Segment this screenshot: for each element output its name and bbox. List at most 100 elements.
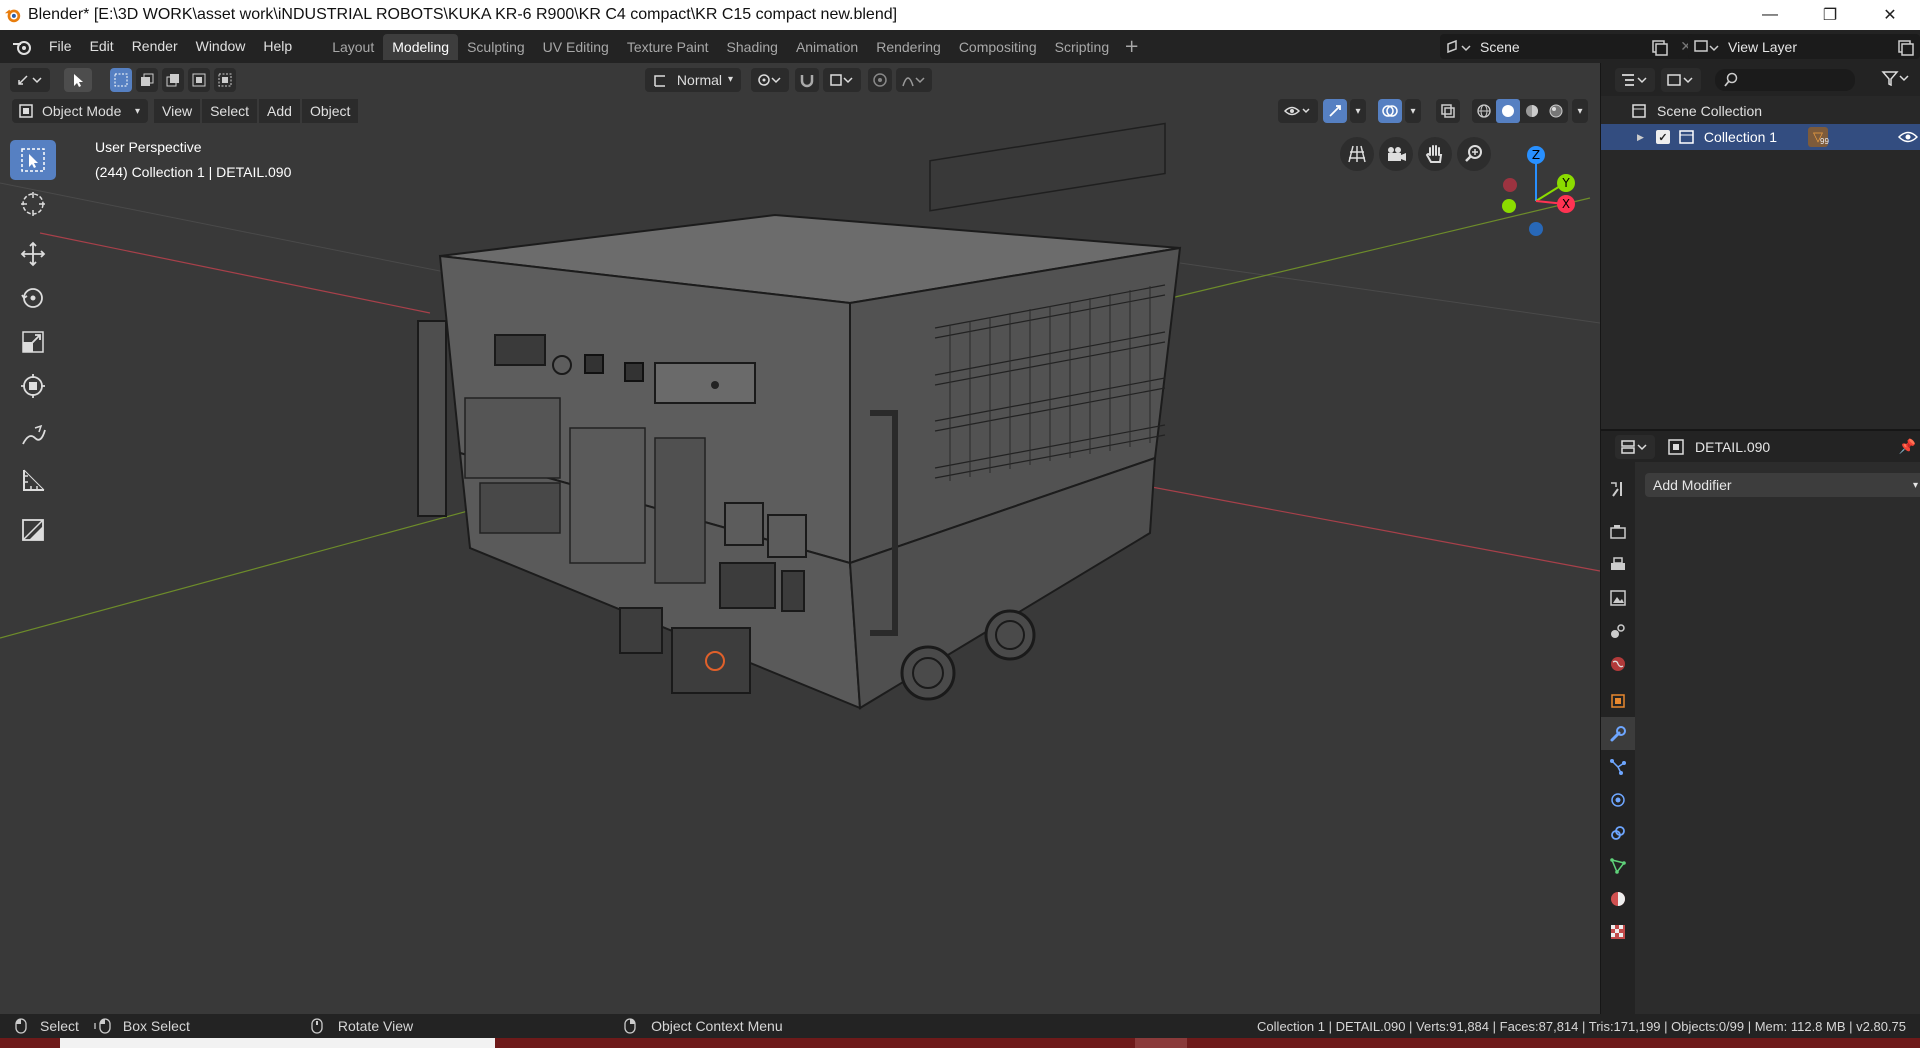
show-overlays-toggle[interactable] bbox=[1378, 99, 1402, 123]
tab-view-layer[interactable] bbox=[1601, 581, 1635, 614]
pin-icon[interactable]: 📌 bbox=[1899, 439, 1916, 455]
add-modifier-dropdown[interactable]: Add Modifier ▾ bbox=[1645, 473, 1920, 497]
properties-editor-type-dropdown[interactable] bbox=[1615, 434, 1655, 459]
tab-particles[interactable] bbox=[1601, 750, 1635, 783]
move-tool[interactable] bbox=[10, 234, 56, 274]
tab-sculpting[interactable]: Sculpting bbox=[458, 34, 534, 60]
select-subtract-mode-button[interactable] bbox=[162, 67, 184, 92]
gizmo-neg-y[interactable] bbox=[1502, 199, 1516, 213]
tab-physics[interactable] bbox=[1601, 783, 1635, 816]
overlays-dropdown[interactable]: ▾ bbox=[1405, 99, 1421, 123]
navigation-gizmo[interactable]: Z Y X bbox=[1495, 143, 1585, 243]
pan-view-button[interactable] bbox=[1418, 137, 1452, 171]
pivot-point-dropdown[interactable] bbox=[751, 67, 789, 92]
outliner-scene-collection[interactable]: Scene Collection bbox=[1601, 98, 1920, 124]
select-extend-mode-button[interactable] bbox=[136, 67, 158, 92]
outliner-search-input[interactable] bbox=[1745, 72, 1845, 87]
measure-tool[interactable] bbox=[10, 460, 56, 500]
add-workspace-button[interactable]: + bbox=[1118, 36, 1145, 57]
scale-tool[interactable] bbox=[10, 322, 56, 362]
menu-object[interactable]: Object bbox=[301, 99, 359, 123]
add-cube-tool[interactable] bbox=[10, 510, 56, 550]
outliner-search-field[interactable] bbox=[1715, 68, 1855, 91]
select-new-mode-button[interactable] bbox=[110, 67, 132, 92]
menu-help[interactable]: Help bbox=[254, 30, 301, 63]
mode-dropdown[interactable]: Object Mode ▾ bbox=[12, 99, 148, 123]
view-layer-selector[interactable]: View Layer bbox=[1688, 34, 1920, 59]
taskbar-item[interactable] bbox=[60, 1038, 495, 1048]
tab-rendering[interactable]: Rendering bbox=[867, 34, 950, 60]
annotate-tool[interactable] bbox=[10, 416, 56, 456]
tab-compositing[interactable]: Compositing bbox=[950, 34, 1046, 60]
tab-tool[interactable] bbox=[1601, 472, 1635, 505]
solid-shading-button[interactable] bbox=[1496, 99, 1520, 123]
menu-window[interactable]: Window bbox=[187, 30, 255, 63]
tab-modifiers[interactable] bbox=[1601, 717, 1635, 750]
material-shading-button[interactable] bbox=[1520, 103, 1544, 119]
outliner-collection-row[interactable]: ▶ ✓ Collection 1 ▽ 99 bbox=[1601, 124, 1920, 150]
cabinet-mesh[interactable] bbox=[417, 122, 1182, 710]
tab-modeling[interactable]: Modeling bbox=[383, 33, 459, 60]
tab-texture-paint[interactable]: Texture Paint bbox=[618, 34, 718, 60]
tab-shading[interactable]: Shading bbox=[718, 34, 787, 60]
snap-toggle[interactable] bbox=[795, 67, 819, 92]
transform-orientation-dropdown[interactable] bbox=[10, 67, 50, 92]
shading-dropdown[interactable]: ▾ bbox=[1572, 99, 1588, 123]
new-scene-icon[interactable] bbox=[1650, 38, 1670, 56]
tab-output[interactable] bbox=[1601, 548, 1635, 581]
tab-material[interactable] bbox=[1601, 882, 1635, 915]
rotate-tool[interactable] bbox=[10, 278, 56, 318]
tab-render[interactable] bbox=[1601, 515, 1635, 548]
filter-dropdown[interactable] bbox=[1881, 70, 1911, 90]
proportional-edit-toggle[interactable] bbox=[868, 67, 892, 92]
tweak-tool-button[interactable] bbox=[64, 67, 92, 92]
show-gizmo-toggle[interactable] bbox=[1323, 99, 1347, 123]
select-intersect-mode-button[interactable] bbox=[214, 67, 236, 92]
display-mode-dropdown[interactable] bbox=[1661, 67, 1701, 92]
editor-type-dropdown[interactable] bbox=[1615, 67, 1655, 92]
select-invert-mode-button[interactable] bbox=[188, 67, 210, 92]
visibility-dropdown[interactable] bbox=[1278, 99, 1318, 123]
tab-texture[interactable] bbox=[1601, 915, 1635, 948]
gizmo-neg-z[interactable] bbox=[1529, 222, 1543, 236]
menu-view[interactable]: View bbox=[154, 99, 201, 123]
snap-target-dropdown[interactable] bbox=[823, 67, 861, 92]
tab-object-data[interactable] bbox=[1601, 849, 1635, 882]
cursor-tool[interactable] bbox=[10, 184, 56, 224]
wireframe-shading-button[interactable] bbox=[1472, 103, 1496, 119]
select-box-tool[interactable] bbox=[10, 140, 56, 180]
minimize-button[interactable]: — bbox=[1740, 0, 1800, 30]
toggle-ortho-button[interactable] bbox=[1340, 137, 1374, 171]
tab-layout[interactable]: Layout bbox=[323, 34, 383, 60]
gizmo-neg-x[interactable] bbox=[1503, 178, 1517, 192]
transform-tool[interactable] bbox=[10, 366, 56, 406]
proportional-falloff-dropdown[interactable] bbox=[896, 67, 932, 92]
tab-uv-editing[interactable]: UV Editing bbox=[534, 34, 618, 60]
tab-animation[interactable]: Animation bbox=[787, 34, 867, 60]
zoom-view-button[interactable] bbox=[1457, 137, 1491, 171]
xray-toggle[interactable] bbox=[1436, 99, 1460, 123]
close-button[interactable]: ✕ bbox=[1860, 0, 1920, 30]
tab-world[interactable] bbox=[1601, 647, 1635, 680]
expand-arrow-icon[interactable]: ▶ bbox=[1637, 132, 1644, 143]
3d-viewport[interactable]: Normal ▾ Object Mode ▾ View Select Add O… bbox=[0, 63, 1600, 1014]
menu-file[interactable]: File bbox=[40, 30, 81, 63]
blender-menu-icon[interactable] bbox=[12, 38, 34, 56]
tab-scene[interactable] bbox=[1601, 614, 1635, 647]
tab-scripting[interactable]: Scripting bbox=[1046, 34, 1118, 60]
new-view-layer-icon[interactable] bbox=[1896, 38, 1916, 56]
tab-object[interactable] bbox=[1601, 684, 1635, 717]
rendered-shading-button[interactable] bbox=[1544, 103, 1568, 119]
menu-render[interactable]: Render bbox=[123, 30, 187, 63]
scene-selector[interactable]: Scene ✕ bbox=[1440, 34, 1700, 59]
menu-add[interactable]: Add bbox=[259, 99, 300, 123]
camera-view-button[interactable] bbox=[1379, 137, 1413, 171]
taskbar-item[interactable] bbox=[1135, 1038, 1187, 1048]
orientation-dropdown[interactable]: Normal ▾ bbox=[645, 67, 741, 92]
maximize-button[interactable]: ❐ bbox=[1800, 0, 1860, 30]
menu-edit[interactable]: Edit bbox=[81, 30, 123, 63]
gizmo-dropdown[interactable]: ▾ bbox=[1350, 99, 1366, 123]
collection-checkbox[interactable]: ✓ bbox=[1655, 130, 1670, 144]
visibility-eye-icon[interactable] bbox=[1898, 130, 1918, 144]
tab-constraints[interactable] bbox=[1601, 816, 1635, 849]
